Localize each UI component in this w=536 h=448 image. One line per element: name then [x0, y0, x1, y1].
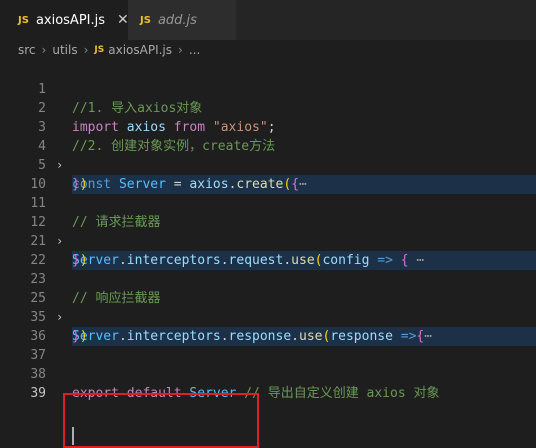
js-file-icon: JS: [94, 45, 105, 55]
code-line[interactable]: 22: [0, 232, 536, 268]
breadcrumb-more[interactable]: ...: [189, 43, 200, 57]
chevron-right-icon: ›: [83, 43, 89, 57]
tab-bar: JS axiosAPI.js ✕ JS add.js: [0, 0, 536, 40]
tab-add[interactable]: JS add.js: [128, 0, 236, 40]
code-line[interactable]: 21 }): [0, 213, 536, 268]
code-line[interactable]: 38 export default Server // 导出自定义创建 axio…: [0, 346, 536, 401]
code-line[interactable]: 36: [0, 308, 536, 344]
code-line[interactable]: 1 //1. 导入axios对象: [0, 61, 536, 116]
annotation-highlight-box: [63, 393, 259, 448]
line-number: 39: [30, 386, 46, 401]
tab-label: axiosAPI.js: [35, 12, 106, 28]
code-line[interactable]: 25 › Server.interceptors.response.use(re…: [0, 270, 536, 346]
text-cursor: [72, 427, 74, 445]
breadcrumb: src › utils › JS axiosAPI.js › ...: [0, 40, 536, 60]
js-file-icon: JS: [140, 14, 151, 26]
code-line[interactable]: 10: [0, 156, 536, 192]
chevron-right-icon: ›: [178, 43, 183, 57]
tab-axiosapi[interactable]: JS axiosAPI.js ✕: [0, 0, 129, 40]
chevron-right-icon: ›: [41, 43, 47, 57]
tab-label: add.js: [157, 12, 197, 28]
close-icon[interactable]: ✕: [117, 12, 129, 28]
code-comment: // 导出自定义创建 axios 对象: [244, 386, 440, 401]
code-line[interactable]: 12 › Server.interceptors.request.use(con…: [0, 194, 536, 270]
code-line[interactable]: 5 }): [0, 137, 536, 192]
code-line[interactable]: 11 // 请求拦截器: [0, 175, 536, 230]
breadcrumb-src[interactable]: src: [18, 43, 36, 57]
breadcrumb-file[interactable]: axiosAPI.js: [108, 43, 172, 57]
code-editor[interactable]: 1 //1. 导入axios对象 2 import axios from "ax…: [0, 60, 536, 448]
code-line[interactable]: 37: [0, 327, 536, 363]
code-line[interactable]: 23 // 响应拦截器: [0, 251, 536, 306]
code-line[interactable]: 4 › const Server = axios.create({⋯: [0, 118, 536, 194]
code-line[interactable]: 2 import axios from "axios";: [0, 80, 536, 135]
code-line[interactable]: 3 //2. 创建对象实例，create方法: [0, 99, 536, 154]
code-line[interactable]: 35 }): [0, 289, 536, 344]
code-line-current[interactable]: 39: [0, 365, 536, 401]
js-file-icon: JS: [18, 14, 29, 26]
breadcrumb-utils[interactable]: utils: [52, 43, 77, 57]
